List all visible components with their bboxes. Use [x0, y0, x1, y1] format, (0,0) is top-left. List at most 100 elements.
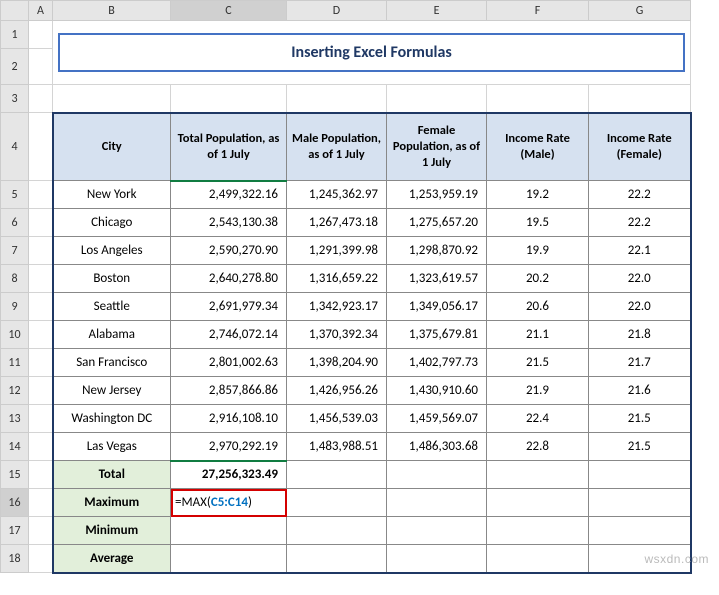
row-header-2[interactable]: 2: [1, 49, 29, 85]
row-header-9[interactable]: 9: [1, 293, 29, 321]
cell[interactable]: [171, 85, 287, 113]
table-cell[interactable]: 21.5: [487, 349, 589, 377]
total-label[interactable]: Total: [53, 461, 171, 489]
row-header-13[interactable]: 13: [1, 405, 29, 433]
table-cell[interactable]: 1,298,870.92: [387, 237, 487, 265]
cell[interactable]: [287, 517, 387, 545]
average-label[interactable]: Average: [53, 545, 171, 573]
cell[interactable]: [29, 293, 53, 321]
table-cell[interactable]: 1,456,539.03: [287, 405, 387, 433]
table-cell[interactable]: 19.2: [487, 181, 589, 209]
table-cell[interactable]: 22.1: [589, 237, 691, 265]
corner-cell[interactable]: [1, 1, 29, 21]
col-header-B[interactable]: B: [53, 1, 171, 21]
title-cell[interactable]: Inserting Excel Formulas: [53, 21, 691, 85]
cell[interactable]: [29, 489, 53, 517]
table-cell[interactable]: Chicago: [53, 209, 171, 237]
table-cell[interactable]: Los Angeles: [53, 237, 171, 265]
cell[interactable]: [29, 21, 53, 49]
table-cell[interactable]: Alabama: [53, 321, 171, 349]
cell[interactable]: [589, 517, 691, 545]
cell[interactable]: [29, 113, 53, 181]
table-cell[interactable]: 2,801,002.63: [171, 349, 287, 377]
table-cell[interactable]: 21.7: [589, 349, 691, 377]
cell[interactable]: [487, 461, 589, 489]
row-header-6[interactable]: 6: [1, 209, 29, 237]
table-cell[interactable]: 1,253,959.19: [387, 181, 487, 209]
table-cell[interactable]: 2,857,866.86: [171, 377, 287, 405]
header-male-pop[interactable]: Male Population, as of 1 July: [287, 113, 387, 181]
table-cell[interactable]: 1,375,679.81: [387, 321, 487, 349]
cell[interactable]: [287, 461, 387, 489]
cell[interactable]: [387, 545, 487, 573]
cell[interactable]: [29, 265, 53, 293]
cell[interactable]: [171, 517, 287, 545]
cell[interactable]: [53, 85, 171, 113]
cell[interactable]: [487, 489, 589, 517]
table-cell[interactable]: 1,370,392.34: [287, 321, 387, 349]
table-cell[interactable]: 21.1: [487, 321, 589, 349]
table-cell[interactable]: 1,342,923.17: [287, 293, 387, 321]
table-cell[interactable]: 1,426,956.26: [287, 377, 387, 405]
table-cell[interactable]: 1,430,910.60: [387, 377, 487, 405]
table-cell[interactable]: Las Vegas: [53, 433, 171, 461]
row-header-4[interactable]: 4: [1, 113, 29, 181]
cell[interactable]: [387, 461, 487, 489]
col-header-C[interactable]: C: [171, 1, 287, 21]
table-cell[interactable]: 22.2: [589, 209, 691, 237]
row-header-15[interactable]: 15: [1, 461, 29, 489]
cell[interactable]: [487, 545, 589, 573]
table-cell[interactable]: 21.6: [589, 377, 691, 405]
header-female-pop[interactable]: Female Population, as of 1 July: [387, 113, 487, 181]
table-cell[interactable]: Boston: [53, 265, 171, 293]
table-cell[interactable]: 22.0: [589, 293, 691, 321]
table-cell[interactable]: 1,267,473.18: [287, 209, 387, 237]
cell[interactable]: [29, 49, 53, 85]
table-cell[interactable]: 2,691,979.34: [171, 293, 287, 321]
table-cell[interactable]: 1,275,657.20: [387, 209, 487, 237]
cell[interactable]: [487, 517, 589, 545]
table-cell[interactable]: 2,746,072.14: [171, 321, 287, 349]
table-cell[interactable]: 22.2: [589, 181, 691, 209]
table-cell[interactable]: 22.0: [589, 265, 691, 293]
cell[interactable]: [387, 85, 487, 113]
table-cell[interactable]: 1,349,056.17: [387, 293, 487, 321]
cell[interactable]: [29, 237, 53, 265]
cell[interactable]: [29, 517, 53, 545]
header-city[interactable]: City: [53, 113, 171, 181]
cell[interactable]: [29, 349, 53, 377]
table-cell[interactable]: 2,590,270.90: [171, 237, 287, 265]
cell[interactable]: [29, 85, 53, 113]
cell[interactable]: [29, 377, 53, 405]
table-cell[interactable]: 22.8: [487, 433, 589, 461]
maximum-label[interactable]: Maximum: [53, 489, 171, 517]
row-header-18[interactable]: 18: [1, 545, 29, 573]
cell[interactable]: [171, 545, 287, 573]
table-cell[interactable]: 21.9: [487, 377, 589, 405]
table-cell[interactable]: 1,398,204.90: [287, 349, 387, 377]
row-header-5[interactable]: 5: [1, 181, 29, 209]
row-header-8[interactable]: 8: [1, 265, 29, 293]
col-header-E[interactable]: E: [387, 1, 487, 21]
table-cell[interactable]: 21.8: [589, 321, 691, 349]
formula-cell[interactable]: =MAX(C5:C14): [171, 489, 287, 517]
cell[interactable]: [29, 405, 53, 433]
table-cell[interactable]: 1,402,797.73: [387, 349, 487, 377]
table-cell[interactable]: 1,459,569.07: [387, 405, 487, 433]
cell[interactable]: [29, 321, 53, 349]
table-cell[interactable]: 2,970,292.19: [171, 433, 287, 461]
table-cell[interactable]: 2,640,278.80: [171, 265, 287, 293]
minimum-label[interactable]: Minimum: [53, 517, 171, 545]
row-header-16[interactable]: 16: [1, 489, 29, 517]
table-cell[interactable]: 2,543,130.38: [171, 209, 287, 237]
header-rate-f[interactable]: Income Rate (Female): [589, 113, 691, 181]
total-value[interactable]: 27,256,323.49: [171, 461, 287, 489]
cell[interactable]: [387, 489, 487, 517]
table-cell[interactable]: 20.6: [487, 293, 589, 321]
table-cell[interactable]: 1,316,659.22: [287, 265, 387, 293]
table-cell[interactable]: 1,483,988.51: [287, 433, 387, 461]
cell[interactable]: [287, 85, 387, 113]
table-cell[interactable]: 1,291,399.98: [287, 237, 387, 265]
row-header-1[interactable]: 1: [1, 21, 29, 49]
row-header-17[interactable]: 17: [1, 517, 29, 545]
